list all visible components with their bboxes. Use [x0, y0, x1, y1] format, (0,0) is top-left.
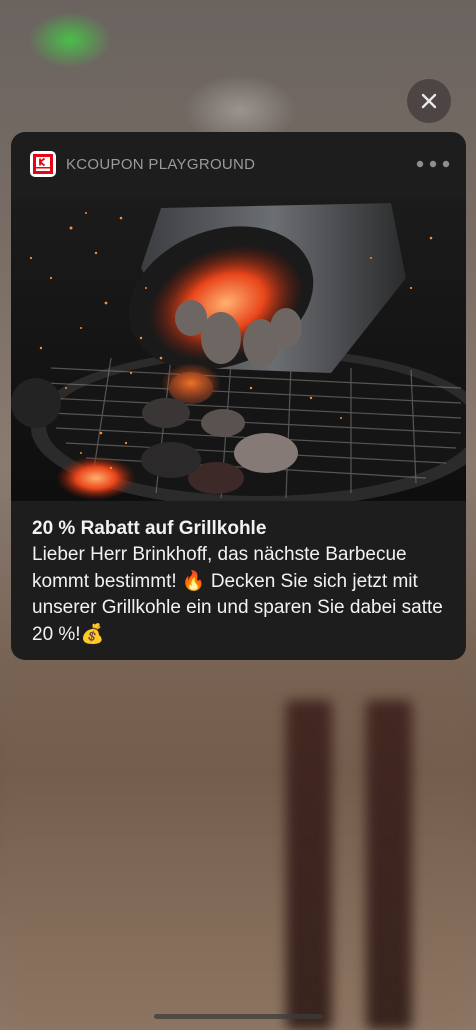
app-name-label: KCOUPON PLAYGROUND — [66, 156, 256, 173]
close-button[interactable] — [407, 79, 451, 123]
background-post — [366, 700, 412, 1030]
notification-header: KCOUPON PLAYGROUND — [11, 132, 466, 198]
close-icon — [421, 93, 437, 109]
more-options-button[interactable] — [414, 154, 452, 174]
ellipsis-icon — [416, 160, 450, 168]
notification-title: 20 % Rabatt auf Grillkohle — [32, 518, 267, 539]
notification-body: 20 % Rabatt auf Grillkohle Lieber Herr B… — [32, 516, 452, 648]
lock-screen-background: KCOUPON PLAYGROUND 20 % Rabatt auf Grill… — [0, 0, 476, 1030]
background-post — [286, 700, 332, 1030]
charcoal-chimney-grill-photo — [11, 198, 466, 501]
notification-card[interactable]: KCOUPON PLAYGROUND 20 % Rabatt auf Grill… — [11, 132, 466, 660]
kaufland-logo-icon — [30, 151, 56, 177]
notification-message: Lieber Herr Brinkhoff, das nächste Barbe… — [32, 544, 443, 645]
home-indicator[interactable] — [154, 1014, 323, 1019]
